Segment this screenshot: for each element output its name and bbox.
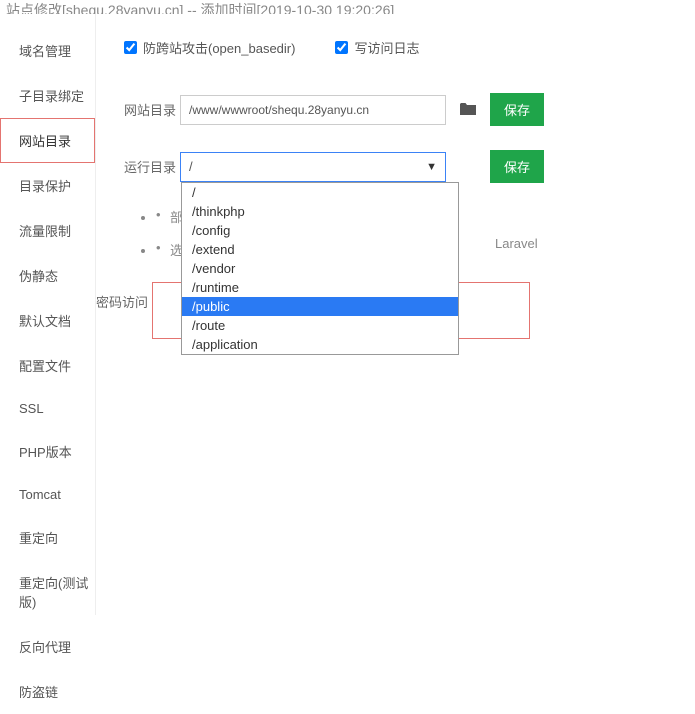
sidebar-item-domain[interactable]: 域名管理 — [0, 28, 95, 73]
sidebar-item-php[interactable]: PHP版本 — [0, 429, 95, 474]
password-access-label: 密码访问 — [96, 292, 148, 311]
sidebar-item-redirect-beta[interactable]: 重定向(测试版) — [0, 560, 95, 624]
dropdown-option[interactable]: /config — [182, 221, 458, 240]
sidebar-item-rewrite[interactable]: 伪静态 — [0, 253, 95, 298]
dropdown-option[interactable]: /application — [182, 335, 458, 354]
save-run-dir-button[interactable]: 保存 — [490, 150, 544, 183]
checkbox-open-basedir[interactable]: 防跨站攻击(open_basedir) — [124, 38, 295, 57]
run-dir-label: 运行目录 — [124, 157, 180, 176]
dropdown-option[interactable]: / — [182, 183, 458, 202]
sidebar-item-traffic[interactable]: 流量限制 — [0, 208, 95, 253]
sidebar: 域名管理 子目录绑定 网站目录 目录保护 流量限制 伪静态 默认文档 配置文件 … — [0, 14, 96, 615]
sidebar-item-defaultdoc[interactable]: 默认文档 — [0, 298, 95, 343]
sidebar-item-sitedir[interactable]: 网站目录 — [0, 118, 95, 163]
chevron-down-icon: ▼ — [426, 161, 437, 173]
folder-icon[interactable] — [460, 102, 476, 118]
run-dir-dropdown: / /thinkphp /config /extend /vendor /run… — [181, 182, 459, 355]
dropdown-option-selected[interactable]: /public — [182, 297, 458, 316]
checkbox-open-basedir-label: 防跨站攻击(open_basedir) — [143, 38, 295, 57]
checkbox-open-basedir-input[interactable] — [124, 41, 137, 54]
dropdown-option[interactable]: /route — [182, 316, 458, 335]
run-dir-selected: / — [189, 159, 193, 174]
dropdown-option[interactable]: /thinkphp — [182, 202, 458, 221]
dropdown-option[interactable]: /vendor — [182, 259, 458, 278]
sidebar-item-ssl[interactable]: SSL — [0, 388, 95, 429]
checkbox-access-log-input[interactable] — [335, 41, 348, 54]
laravel-text: Laravel — [495, 236, 538, 251]
sidebar-item-antileech[interactable]: 防盗链 — [0, 669, 95, 714]
site-dir-label: 网站目录 — [124, 100, 180, 119]
sidebar-item-redirect[interactable]: 重定向 — [0, 515, 95, 560]
run-dir-select[interactable]: / ▼ / /thinkphp /config /extend /vendor … — [180, 152, 446, 182]
modal-title: 站点修改[shequ.28yanyu.cn] -- 添加时间[2019-10-3… — [0, 0, 695, 14]
sidebar-item-dirprotect[interactable]: 目录保护 — [0, 163, 95, 208]
checkbox-access-log[interactable]: 写访问日志 — [335, 38, 419, 57]
main-panel: 防跨站攻击(open_basedir) 写访问日志 网站目录 保存 运行目录 /… — [96, 14, 695, 615]
sidebar-item-tomcat[interactable]: Tomcat — [0, 474, 95, 515]
site-dir-input[interactable] — [180, 95, 446, 125]
dropdown-option[interactable]: /runtime — [182, 278, 458, 297]
sidebar-item-proxy[interactable]: 反向代理 — [0, 624, 95, 669]
sidebar-item-config[interactable]: 配置文件 — [0, 343, 95, 388]
save-site-dir-button[interactable]: 保存 — [490, 93, 544, 126]
checkbox-access-log-label: 写访问日志 — [354, 38, 419, 57]
dropdown-option[interactable]: /extend — [182, 240, 458, 259]
sidebar-item-subdir[interactable]: 子目录绑定 — [0, 73, 95, 118]
